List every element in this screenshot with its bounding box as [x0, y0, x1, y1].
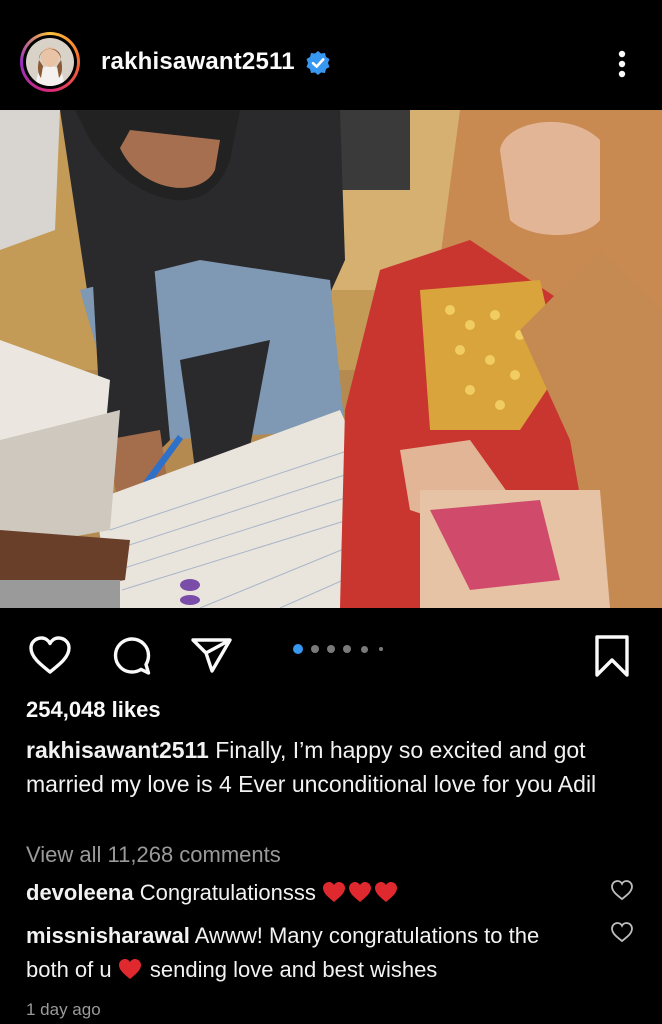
like-heart-icon[interactable] [26, 632, 74, 680]
carousel-dot [361, 646, 368, 653]
comment-like-icon[interactable] [610, 879, 634, 901]
red-heart-emoji [348, 882, 371, 902]
comment-like-icon[interactable] [610, 921, 634, 943]
post-caption: rakhisawant2511 Finally, I’m happy so ex… [26, 733, 626, 801]
red-heart-emoji [118, 959, 141, 979]
post-photo[interactable] [0, 110, 662, 608]
carousel-dot [379, 647, 383, 651]
comment-icon[interactable] [108, 632, 156, 680]
view-all-comments-link[interactable]: View all 11,268 comments [26, 842, 281, 868]
red-heart-emoji [374, 882, 397, 902]
save-bookmark-icon[interactable] [588, 632, 636, 680]
carousel-dot [311, 645, 319, 653]
share-icon[interactable] [188, 632, 236, 680]
verified-badge-icon [306, 51, 330, 75]
red-heart-emoji [322, 882, 345, 902]
carousel-dot [327, 645, 335, 653]
comment-text: Congratulationsss [139, 880, 316, 905]
likes-count[interactable]: 254,048 likes [26, 697, 161, 723]
post-header: rakhisawant2511 [0, 0, 662, 110]
carousel-dot [293, 644, 303, 654]
comment-item: missnisharawal Awww! Many congratulation… [26, 919, 586, 987]
comment-item: devoleena Congratulationsss [26, 876, 586, 910]
caption-username[interactable]: rakhisawant2511 [26, 737, 209, 763]
avatar[interactable] [26, 38, 74, 86]
post-timestamp: 1 day ago [26, 1000, 101, 1019]
comment-text: sending love and best wishes [149, 957, 438, 982]
more-options-icon[interactable] [610, 46, 634, 82]
comment-username[interactable]: missnisharawal [26, 923, 190, 948]
post-username[interactable]: rakhisawant2511 [101, 48, 295, 76]
carousel-dot [343, 645, 351, 653]
story-ring[interactable] [20, 32, 80, 92]
comment-username[interactable]: devoleena [26, 880, 134, 905]
